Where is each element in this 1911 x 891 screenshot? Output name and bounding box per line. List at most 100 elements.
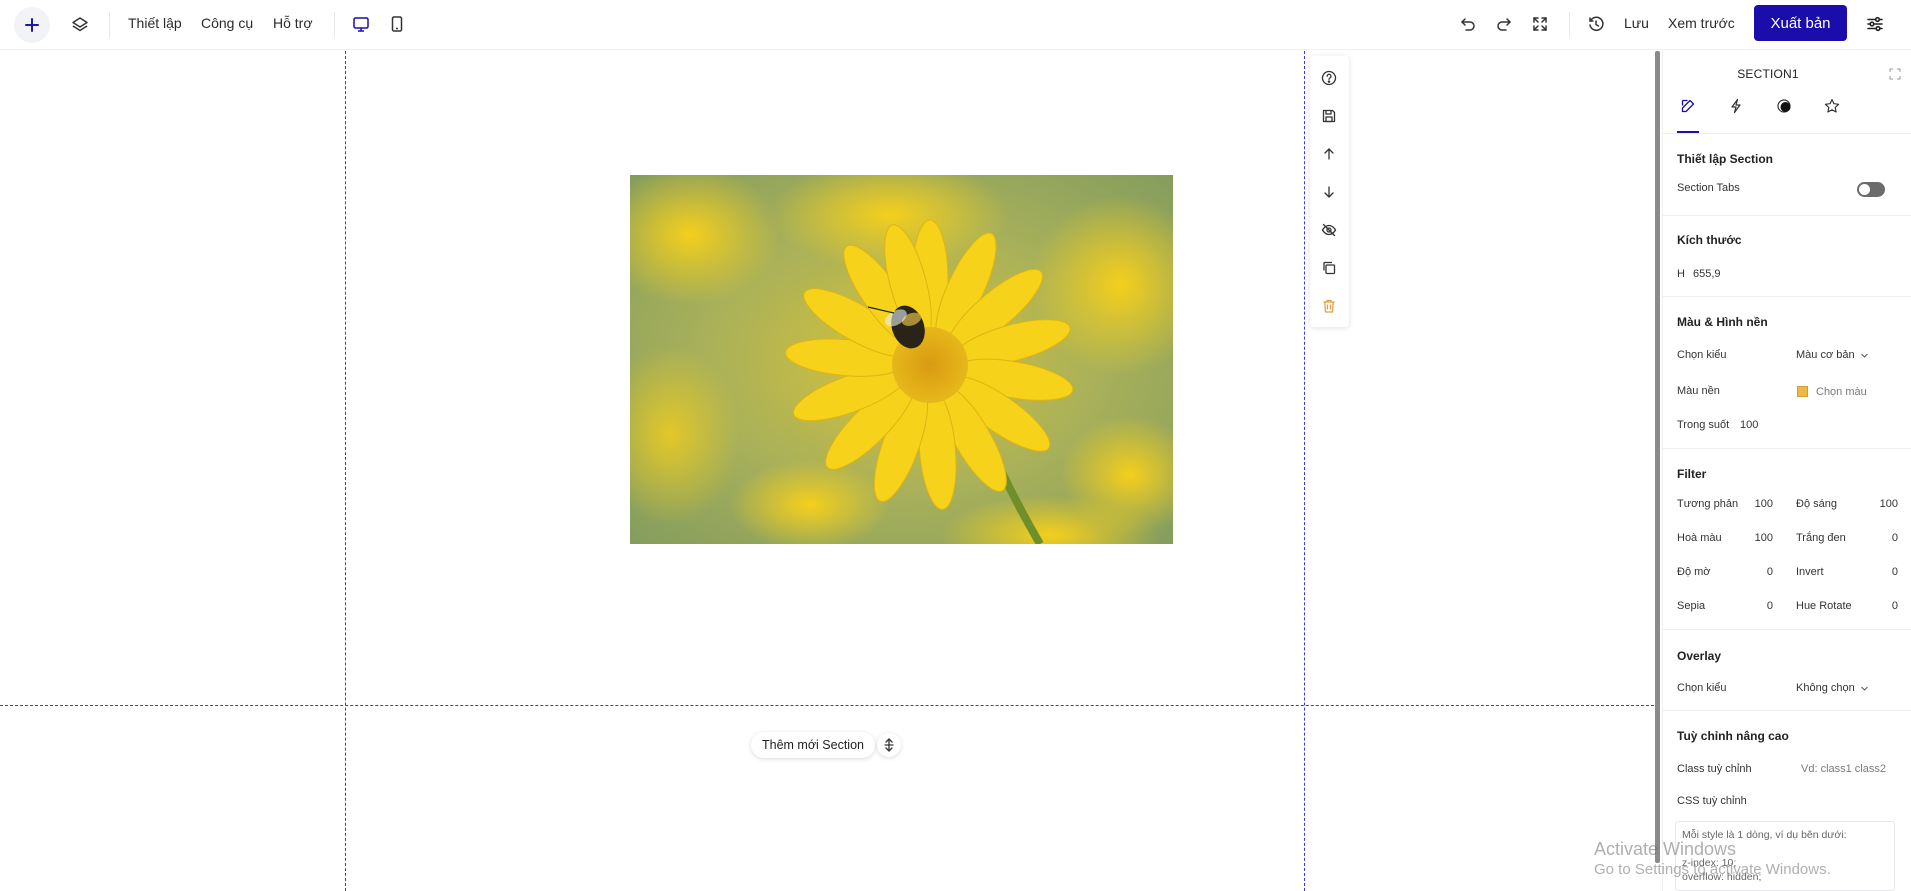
fullscreen-button[interactable] — [1527, 11, 1553, 37]
section-setup-title: Thiết lập Section — [1677, 152, 1774, 166]
expand-panel-icon[interactable] — [1889, 68, 1901, 80]
top-toolbar: Thiết lập Công cụ Hỗ trợ Lưu Xem trước X… — [0, 0, 1911, 50]
custom-class-label: Class tuỳ chỉnh — [1677, 763, 1752, 775]
background-color-picker[interactable]: Chọn màu — [1816, 386, 1867, 398]
section-tabs-label: Section Tabs — [1677, 182, 1740, 194]
hide-section-button[interactable] — [1317, 218, 1341, 242]
section-floating-toolbar — [1310, 56, 1349, 327]
redo-button[interactable] — [1491, 11, 1517, 37]
watermark-subtitle: Go to Settings to activate Windows. — [1594, 861, 1831, 878]
save-button[interactable]: Lưu — [1624, 0, 1649, 46]
lightning-icon — [1731, 98, 1741, 114]
section-tabs-toggle[interactable] — [1857, 182, 1885, 197]
menu-support[interactable]: Hỗ trợ — [273, 0, 313, 46]
settings-button[interactable] — [1862, 11, 1888, 37]
layers-button[interactable] — [66, 11, 94, 39]
sepia-input[interactable]: 0 — [1749, 600, 1773, 612]
saturate-input[interactable]: 100 — [1749, 532, 1773, 544]
menu-setup[interactable]: Thiết lập — [128, 0, 182, 46]
invert-input[interactable]: 0 — [1874, 566, 1898, 578]
grayscale-input[interactable]: 0 — [1874, 532, 1898, 544]
move-up-button[interactable] — [1317, 142, 1341, 166]
background-color-label: Màu nền — [1677, 385, 1720, 397]
background-type-value: Màu cơ bản — [1796, 349, 1855, 361]
overlay-type-select[interactable]: Không chọn — [1796, 682, 1869, 694]
canvas-scrollbar[interactable] — [1655, 51, 1660, 863]
arrow-up-icon — [1324, 148, 1334, 160]
edit-icon — [1681, 99, 1695, 113]
sliders-icon — [1867, 16, 1883, 32]
help-button[interactable] — [1317, 66, 1341, 90]
panel-divider — [1663, 215, 1911, 216]
opacity-input[interactable]: 100 — [1740, 419, 1758, 431]
overlay-title: Overlay — [1677, 649, 1722, 663]
layers-icon — [72, 17, 88, 32]
panel-divider — [1663, 448, 1911, 449]
fullscreen-icon — [1533, 17, 1547, 31]
size-title: Kích thước — [1677, 233, 1742, 247]
publish-button[interactable]: Xuất bản — [1754, 5, 1847, 41]
editor-canvas[interactable]: Thêm mới Section — [0, 51, 1654, 891]
flower-image[interactable] — [630, 175, 1173, 544]
saturate-label: Hoà màu — [1677, 532, 1722, 544]
toolbar-divider — [334, 12, 335, 38]
blur-input[interactable]: 0 — [1749, 566, 1773, 578]
hue-rotate-label: Hue Rotate — [1796, 600, 1852, 612]
invert-label: Invert — [1796, 566, 1824, 578]
panel-divider — [1663, 296, 1911, 297]
sepia-label: Sepia — [1677, 600, 1706, 612]
background-title: Màu & Hình nền — [1677, 315, 1768, 329]
opacity-label: Trong suốt — [1677, 419, 1730, 431]
resize-vertical-icon — [884, 738, 894, 752]
section-resize-handle[interactable] — [877, 733, 901, 757]
bee-on-flower-photo — [630, 175, 1173, 544]
duplicate-button[interactable] — [1317, 256, 1341, 280]
color-swatch[interactable] — [1797, 386, 1808, 397]
section-bottom-guide — [0, 705, 1654, 706]
overlay-type-value: Không chọn — [1796, 682, 1855, 694]
custom-class-input[interactable]: Vd: class1 class2 — [1801, 763, 1886, 775]
chevron-down-icon — [1860, 353, 1868, 358]
toggle-knob — [1859, 184, 1870, 195]
menu-tools[interactable]: Công cụ — [201, 0, 253, 46]
filter-title: Filter — [1677, 467, 1707, 481]
content-guide-right — [1304, 51, 1305, 891]
tab-events[interactable] — [1726, 96, 1746, 116]
mobile-view-button[interactable] — [384, 11, 410, 37]
desktop-view-button[interactable] — [348, 11, 374, 37]
delete-button[interactable] — [1317, 294, 1341, 318]
overlay-type-label: Chọn kiểu — [1677, 682, 1727, 694]
grayscale-label: Trắng đen — [1796, 532, 1846, 544]
background-type-select[interactable]: Màu cơ bản — [1796, 349, 1869, 361]
blur-label: Độ mờ — [1677, 566, 1711, 578]
save-section-button[interactable] — [1317, 104, 1341, 128]
add-element-button[interactable] — [14, 7, 50, 43]
contrast-label: Tương phản — [1677, 498, 1739, 510]
tab-favorites[interactable] — [1822, 96, 1842, 116]
move-down-button[interactable] — [1317, 180, 1341, 204]
tab-edit[interactable] — [1678, 96, 1698, 116]
undo-button[interactable] — [1455, 11, 1481, 37]
history-button[interactable] — [1583, 11, 1609, 37]
brightness-label: Độ sáng — [1796, 498, 1837, 510]
save-icon — [1322, 109, 1336, 123]
preview-button[interactable]: Xem trước — [1668, 0, 1735, 46]
tabs-divider — [1663, 133, 1911, 134]
panel-title: SECTION1 — [1737, 67, 1799, 81]
arrow-down-icon — [1324, 186, 1334, 198]
hue-rotate-input[interactable]: 0 — [1874, 600, 1898, 612]
add-section-button[interactable]: Thêm mới Section — [751, 732, 875, 758]
advanced-title: Tuỳ chỉnh nâng cao — [1677, 729, 1789, 743]
watermark-title: Activate Windows — [1594, 839, 1737, 859]
custom-css-label: CSS tuỳ chỉnh — [1677, 795, 1747, 807]
height-input[interactable]: 655,9 — [1693, 268, 1721, 280]
desktop-icon — [353, 17, 369, 32]
contrast-input[interactable]: 100 — [1749, 498, 1773, 510]
tab-effects[interactable] — [1774, 96, 1794, 116]
activate-windows-watermark: Activate Windows Go to Settings to activ… — [1594, 838, 1894, 879]
copy-icon — [1323, 261, 1336, 275]
history-icon — [1589, 16, 1604, 31]
brightness-input[interactable]: 100 — [1874, 498, 1898, 510]
contrast-circle-icon — [1777, 99, 1791, 113]
content-guide-left — [345, 51, 346, 891]
